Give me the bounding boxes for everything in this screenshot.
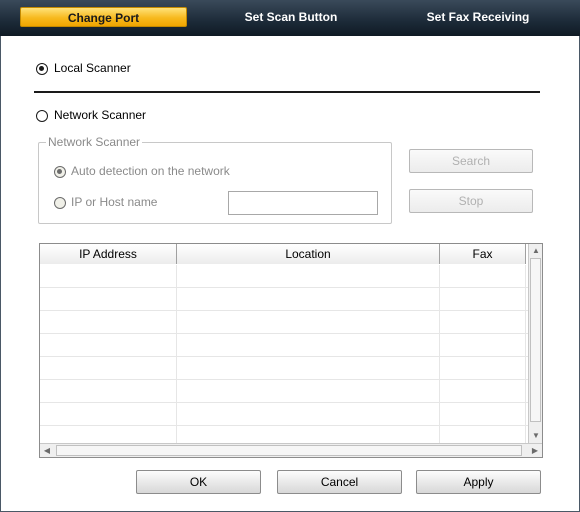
tab-set-fax-receiving[interactable]: Set Fax Receiving [392,7,564,27]
table-row [40,403,528,426]
scanner-list-table[interactable]: IP Address Location Fax ▲ ▼ ◀ ▶ [39,243,543,458]
table-row [40,311,528,334]
ok-button[interactable]: OK [136,470,261,494]
table-row [40,357,528,380]
tab-set-scan-button[interactable]: Set Scan Button [206,7,376,27]
auto-detection-radio[interactable] [54,166,66,178]
table-row [40,265,528,288]
scroll-down-icon[interactable]: ▼ [529,429,542,443]
ip-host-label: IP or Host name [71,195,158,209]
ip-host-radio[interactable] [54,197,66,209]
apply-button[interactable]: Apply [416,470,541,494]
horizontal-scrollbar[interactable]: ◀ ▶ [40,443,542,457]
column-header-location[interactable]: Location [177,244,440,264]
search-button[interactable]: Search [409,149,533,173]
tab-bar: Change Port Set Scan Button Set Fax Rece… [0,0,580,36]
network-scanner-radio[interactable] [36,110,48,122]
column-header-ip-address[interactable]: IP Address [40,244,177,264]
network-scanner-group-title: Network Scanner [46,135,143,149]
vertical-scroll-thumb[interactable] [530,258,541,422]
cancel-button[interactable]: Cancel [277,470,402,494]
vertical-scrollbar[interactable]: ▲ ▼ [528,244,542,443]
ip-host-input[interactable] [228,191,378,215]
local-scanner-label[interactable]: Local Scanner [54,61,131,75]
scroll-right-icon[interactable]: ▶ [528,444,542,457]
local-scanner-radio[interactable] [36,63,48,75]
table-body [40,265,528,449]
scroll-up-icon[interactable]: ▲ [529,244,542,258]
table-row [40,334,528,357]
column-header-fax[interactable]: Fax [440,244,526,264]
section-divider [34,91,540,93]
table-row [40,380,528,403]
auto-detection-label: Auto detection on the network [71,164,230,178]
stop-button[interactable]: Stop [409,189,533,213]
table-header: IP Address Location Fax [40,244,526,264]
scroll-left-icon[interactable]: ◀ [40,444,54,457]
tab-change-port[interactable]: Change Port [20,7,187,27]
horizontal-scroll-thumb[interactable] [56,445,522,456]
network-scanner-label[interactable]: Network Scanner [54,108,146,122]
table-row [40,288,528,311]
